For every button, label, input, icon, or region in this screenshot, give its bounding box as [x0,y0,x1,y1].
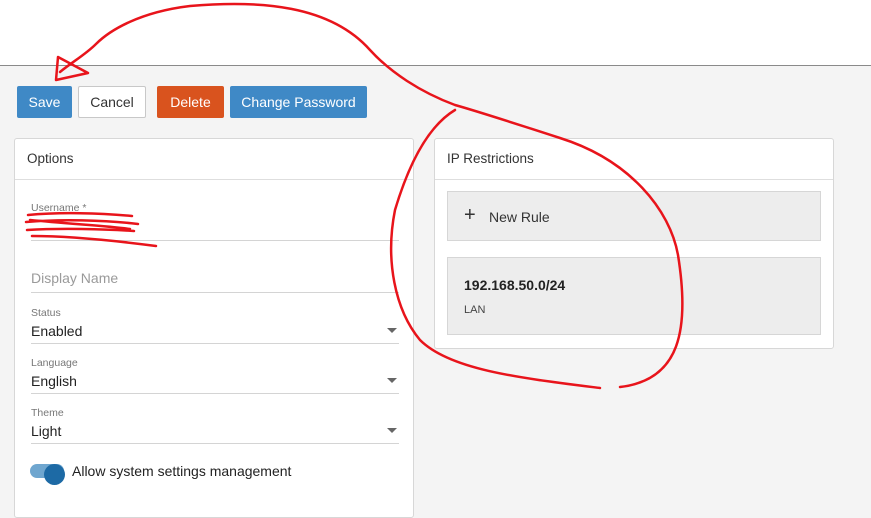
display-name-field[interactable]: Display Name [31,263,399,293]
username-label: Username * [31,202,87,214]
language-label: Language [31,357,78,369]
new-rule-label: New Rule [489,209,550,225]
theme-select[interactable]: Theme Light [31,405,399,444]
chevron-down-icon [387,428,397,433]
ip-rule-description: LAN [464,304,486,316]
language-value: English [31,373,77,389]
options-card: Options Username * Display Name Status E… [14,138,414,518]
ip-restrictions-card: IP Restrictions + New Rule 192.168.50.0/… [434,138,834,349]
new-rule-button[interactable]: + New Rule [447,191,821,241]
chevron-down-icon [387,328,397,333]
delete-button[interactable]: Delete [157,86,224,118]
language-select[interactable]: Language English [31,355,399,394]
plus-icon: + [464,204,476,226]
allow-system-settings-toggle[interactable] [30,464,65,485]
options-card-title: Options [15,139,413,180]
cancel-button[interactable]: Cancel [78,86,146,118]
ip-rule-item[interactable]: 192.168.50.0/24 LAN [447,257,821,335]
change-password-button[interactable]: Change Password [230,86,367,118]
ip-restrictions-title: IP Restrictions [435,139,833,180]
username-field[interactable]: Username * [31,199,399,241]
status-value: Enabled [31,323,83,339]
theme-label: Theme [31,407,64,419]
display-name-placeholder: Display Name [31,270,119,286]
top-bar [0,0,871,66]
ip-rule-address: 192.168.50.0/24 [464,277,566,293]
allow-system-settings-label: Allow system settings management [72,463,292,479]
status-label: Status [31,307,61,319]
theme-value: Light [31,423,62,439]
save-button[interactable]: Save [17,86,72,118]
toggle-knob[interactable] [44,464,65,485]
status-select[interactable]: Status Enabled [31,305,399,344]
chevron-down-icon [387,378,397,383]
